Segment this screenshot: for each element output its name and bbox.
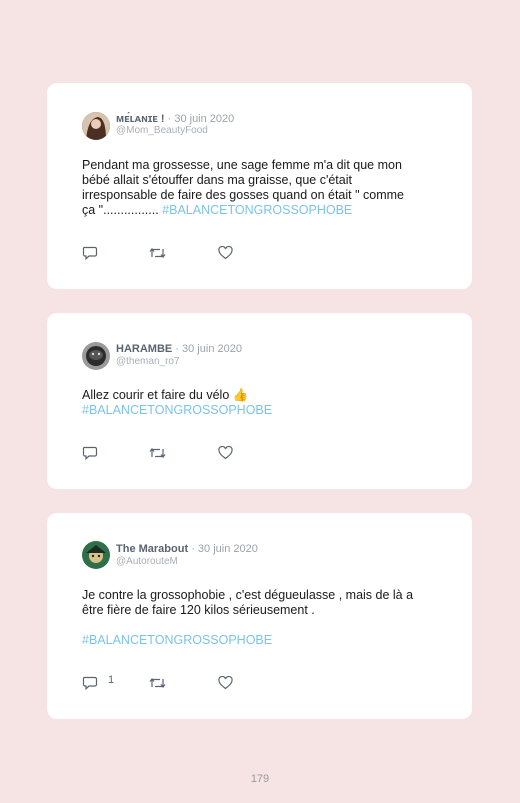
retweet-button[interactable]: [149, 246, 166, 260]
reply-icon: [82, 446, 98, 460]
retweet-button[interactable]: [149, 446, 166, 460]
tweet-line: Allez courir et faire du vélo 👍: [82, 388, 249, 402]
author-handle: @AutorouteM: [116, 556, 178, 567]
retweet-icon: [149, 678, 166, 688]
reply-button[interactable]: [82, 246, 98, 260]
reply-button[interactable]: 1: [82, 674, 114, 690]
reply-icon: [82, 676, 98, 690]
tweet-header: The Marabout · 30 juin 2020: [116, 543, 258, 555]
avatar[interactable]: [82, 541, 110, 569]
avatar[interactable]: [82, 112, 110, 140]
reply-icon: [82, 246, 98, 260]
tweet-line: Pendant ma grossesse, une sage femme m'a…: [82, 158, 402, 172]
like-button[interactable]: [218, 676, 233, 690]
author-name[interactable]: HARAMBE: [116, 343, 172, 355]
tweet-line-text: ça "................: [82, 203, 159, 217]
like-button[interactable]: [218, 446, 233, 460]
tweet-text: Allez courir et faire du vélo 👍 #BALANCE…: [82, 388, 442, 418]
tweet-line: Je contre la grossophobie , c'est dégueu…: [82, 588, 414, 602]
tweet-text: Je contre la grossophobie , c'est dégueu…: [82, 588, 442, 648]
avatar[interactable]: [82, 342, 110, 370]
author-name[interactable]: The Marabout: [116, 543, 188, 555]
reply-count: 1: [108, 674, 115, 686]
hashtag-link[interactable]: #BALANCETONGROSSOPHOBE: [82, 633, 442, 648]
author-name[interactable]: ᴍᴇ́ʟᴀɴɪᴇ !: [116, 113, 165, 125]
retweet-icon: [149, 448, 166, 458]
tweet-card: HARAMBE · 30 juin 2020 @theman_ro7 Allez…: [47, 313, 472, 489]
heart-icon: [218, 676, 233, 690]
page-number: 179: [250, 773, 270, 785]
tweet-card: The Marabout · 30 juin 2020 @AutorouteM …: [47, 513, 472, 719]
hashtag-link[interactable]: #BALANCETONGROSSOPHOBE: [162, 203, 352, 217]
hashtag-link[interactable]: #BALANCETONGROSSOPHOBE: [82, 403, 442, 418]
tweet-header: ᴍᴇ́ʟᴀɴɪᴇ ! · 30 juin 2020: [116, 113, 234, 125]
heart-icon: [218, 246, 233, 260]
tweet-date: · 30 juin 2020: [191, 543, 258, 555]
tweet-card: ᴍᴇ́ʟᴀɴɪᴇ ! · 30 juin 2020 @Mom_BeautyFoo…: [47, 83, 472, 289]
retweet-button[interactable]: [149, 676, 166, 690]
tweet-header: HARAMBE · 30 juin 2020: [116, 343, 242, 355]
heart-icon: [218, 446, 233, 460]
author-handle: @Mom_BeautyFood: [116, 125, 208, 136]
tweet-date: · 30 juin 2020: [175, 343, 242, 355]
tweet-line: irresponsable de faire des gosses quand …: [82, 188, 404, 202]
tweet-line: bébé allait s'étouffer dans ma graisse, …: [82, 173, 352, 187]
reply-button[interactable]: [82, 446, 98, 460]
tweet-line: ça "................ #BALANCETONGROSSOPH…: [82, 203, 442, 218]
tweet-date: · 30 juin 2020: [167, 113, 235, 125]
tweet-line: être fière de faire 120 kilos sérieuseme…: [82, 603, 315, 617]
like-button[interactable]: [218, 246, 233, 260]
retweet-icon: [149, 248, 166, 258]
tweet-text: Pendant ma grossesse, une sage femme m'a…: [82, 158, 442, 218]
author-handle: @theman_ro7: [116, 356, 180, 367]
